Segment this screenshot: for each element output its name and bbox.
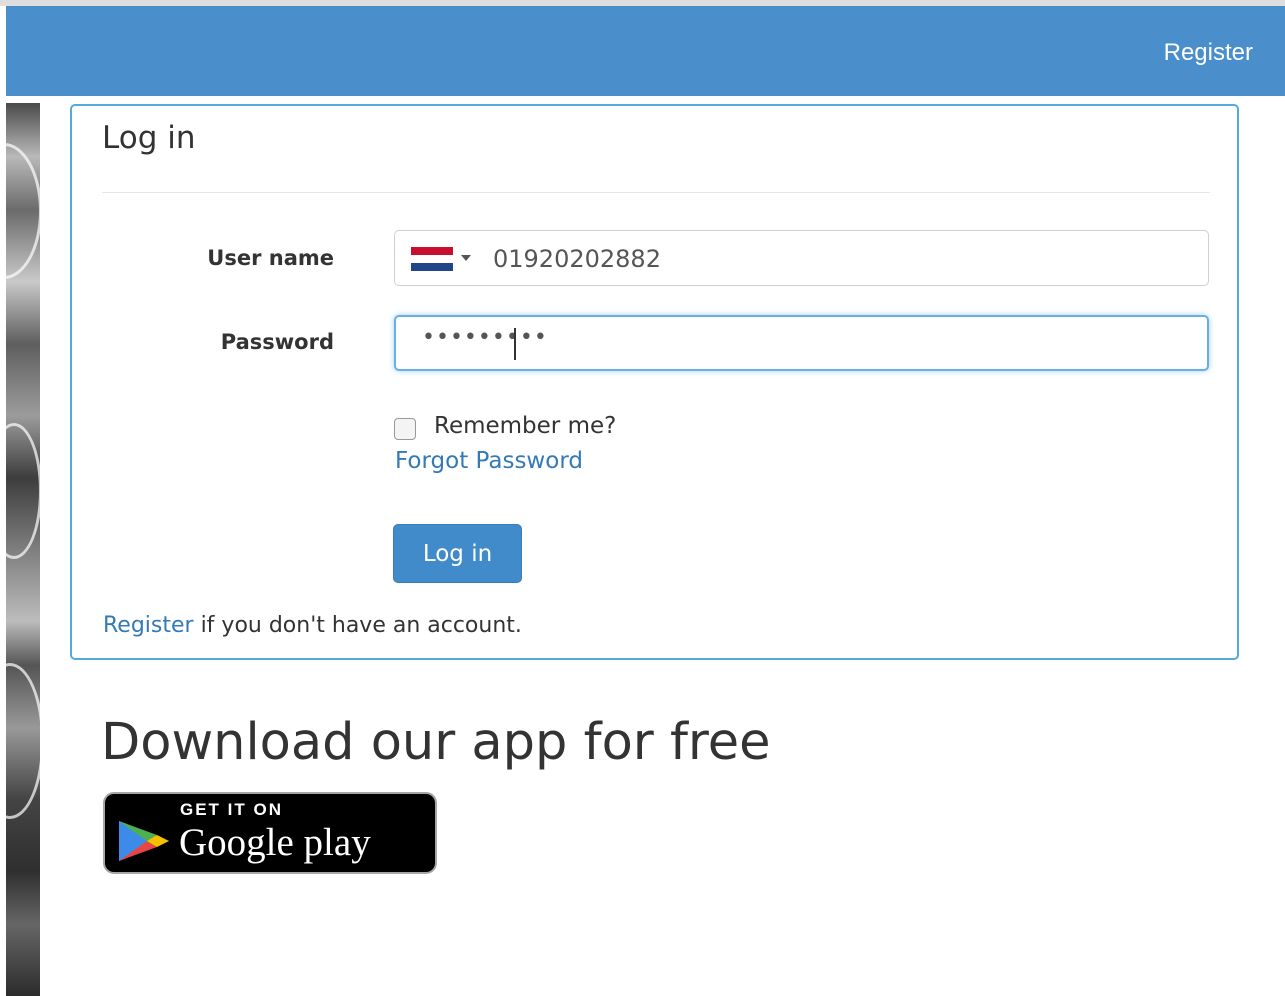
username-field[interactable]: 01920202882 — [394, 230, 1209, 286]
panel-title: Log in — [102, 120, 196, 156]
caret-down-icon[interactable] — [461, 255, 471, 261]
register-link[interactable]: Register — [103, 613, 194, 638]
password-field[interactable]: ••••••••• — [394, 315, 1209, 371]
download-heading: Download our app for free — [101, 713, 771, 772]
panel-divider — [102, 192, 1210, 193]
nav-register-link[interactable]: Register — [1164, 39, 1253, 67]
login-panel: Log in User name 01920202882 Password ••… — [70, 104, 1239, 660]
register-prompt: Register if you don't have an account. — [103, 613, 522, 638]
register-suffix: if you don't have an account. — [193, 613, 522, 638]
text-cursor — [514, 328, 516, 360]
background-image — [6, 103, 40, 996]
google-play-badge[interactable]: GET IT ON Google play — [103, 792, 437, 874]
login-button[interactable]: Log in — [393, 524, 522, 583]
username-label: User name — [207, 246, 334, 270]
username-value: 01920202882 — [493, 245, 661, 273]
remember-checkbox[interactable] — [394, 418, 416, 440]
google-play-icon — [119, 821, 169, 861]
badge-big-text: Google play — [179, 821, 371, 864]
netherlands-flag-icon[interactable] — [411, 247, 453, 271]
remember-label[interactable]: Remember me? — [434, 413, 616, 439]
badge-small-text: GET IT ON — [180, 800, 283, 819]
password-label: Password — [220, 330, 334, 354]
navbar: Register — [6, 6, 1285, 96]
forgot-password-link[interactable]: Forgot Password — [395, 448, 583, 474]
password-value: ••••••••• — [422, 325, 548, 350]
